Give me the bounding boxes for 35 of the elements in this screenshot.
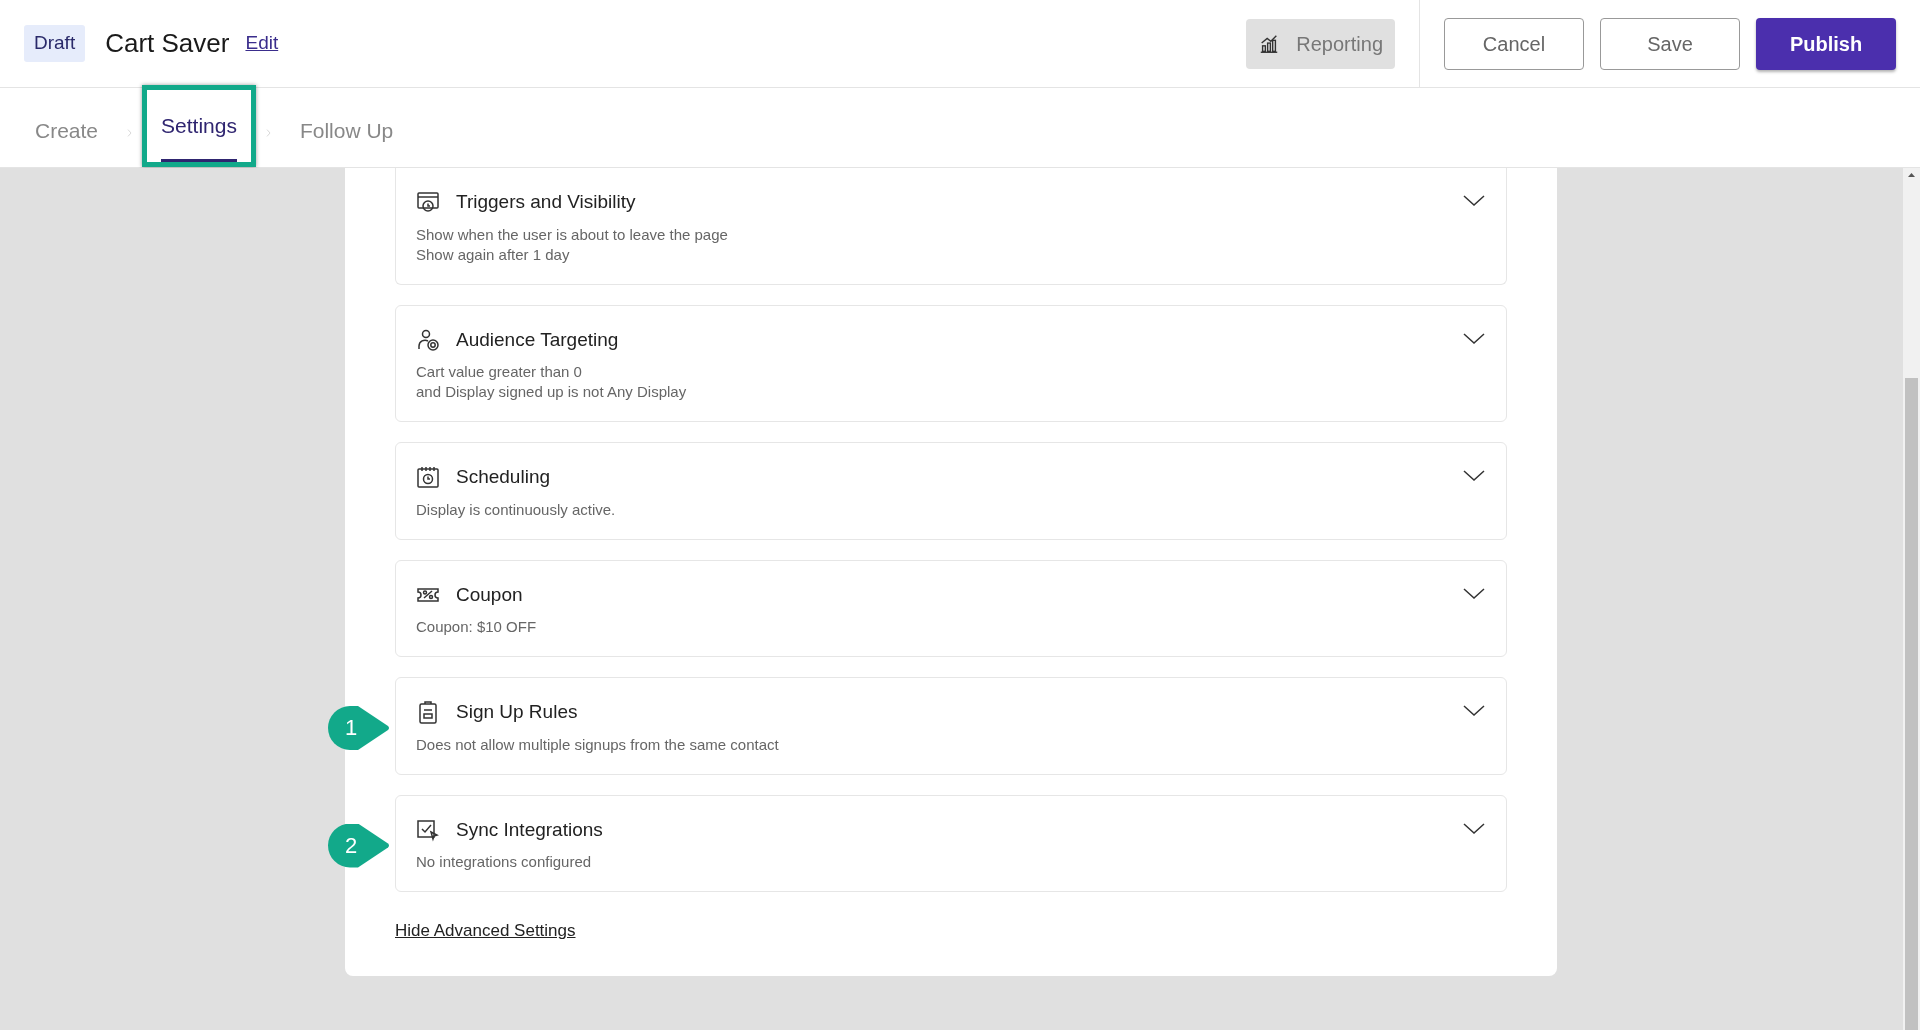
status-badge: Draft: [24, 25, 86, 62]
settings-section-card[interactable]: Audience Targeting Cart value greater than 0 and Display signed up is not Any Display: [395, 304, 1507, 422]
section-icon: [416, 465, 440, 490]
step-tab[interactable]: Settings: [151, 90, 247, 162]
section-title: Sign Up Rules: [456, 700, 578, 724]
section-title: Sync Integrations: [456, 817, 603, 842]
section-summary: Does not allow multiple signups from the same contact: [416, 734, 780, 755]
action-button[interactable]: Publish: [1756, 17, 1896, 70]
section-summary: Show when the user is about to leave the page: [416, 224, 729, 245]
section-summary: No integrations configured: [416, 852, 593, 872]
section-summary: and Display signed up is not Any Display: [416, 382, 688, 402]
section-summary: Coupon: $10 OFF: [416, 617, 538, 637]
step-tab[interactable]: Follow Up: [289, 95, 404, 167]
edit-link[interactable]: Edit: [245, 29, 279, 58]
section-title: Triggers and Visibility: [456, 190, 636, 214]
settings-section-card[interactable]: Coupon Coupon: $10 OFF: [395, 559, 1507, 657]
section-icon: [416, 190, 440, 215]
section-icon: [416, 700, 440, 725]
section-title: Scheduling: [456, 465, 551, 489]
campaign-title: Cart Saver: [105, 27, 230, 60]
section-title: Audience Targeting: [456, 327, 619, 352]
section-summary: Cart value greater than 0: [416, 362, 583, 382]
section-title: Coupon: [456, 582, 523, 607]
settings-section-card[interactable]: Scheduling Display is continuously active.: [395, 442, 1507, 540]
section-icon: [416, 817, 440, 842]
step-tab[interactable]: Create: [25, 95, 109, 167]
section-icon: [416, 327, 440, 352]
hide-advanced-link[interactable]: Hide Advanced Settings: [395, 918, 576, 944]
settings-section-card[interactable]: Triggers and Visibility Show when the user is about to leave the page Show again after 1 day: [395, 168, 1507, 285]
scrollbar[interactable]: [1903, 168, 1920, 1030]
scrollbar-thumb[interactable]: [1905, 378, 1918, 1030]
action-button[interactable]: Cancel: [1444, 17, 1584, 70]
section-summary: Display is continuously active.: [416, 499, 617, 520]
action-button[interactable]: Save: [1600, 17, 1740, 70]
section-summary: Show again after 1 day: [416, 244, 571, 265]
